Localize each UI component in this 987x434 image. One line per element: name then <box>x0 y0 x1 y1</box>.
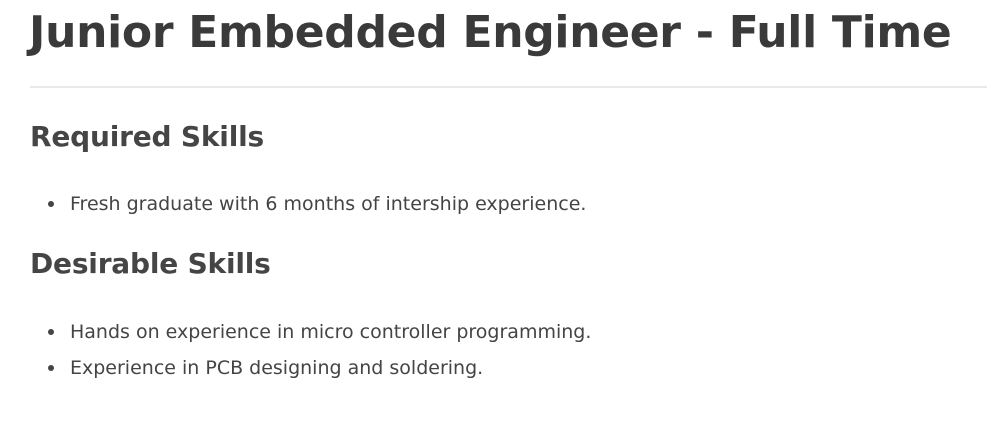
list-item: Fresh graduate with 6 months of intershi… <box>48 186 586 222</box>
job-posting-page: Junior Embedded Engineer - Full Time Req… <box>0 0 987 434</box>
desirable-skills-heading: Desirable Skills <box>30 247 271 280</box>
bullet-icon <box>48 329 54 335</box>
desirable-skill-text: Experience in PCB designing and solderin… <box>70 357 484 379</box>
list-item: Experience in PCB designing and solderin… <box>48 350 591 386</box>
required-skill-text: Fresh graduate with 6 months of intershi… <box>70 193 587 215</box>
job-title: Junior Embedded Engineer - Full Time <box>29 7 952 58</box>
desirable-skill-text: Hands on experience in micro controller … <box>70 321 592 343</box>
bullet-icon <box>48 201 54 207</box>
list-item: Hands on experience in micro controller … <box>48 314 591 350</box>
title-divider <box>30 86 987 88</box>
bullet-icon <box>48 365 54 371</box>
desirable-skills-list: Hands on experience in micro controller … <box>48 314 591 386</box>
required-skills-heading: Required Skills <box>30 120 264 153</box>
required-skills-list: Fresh graduate with 6 months of intershi… <box>48 186 586 222</box>
